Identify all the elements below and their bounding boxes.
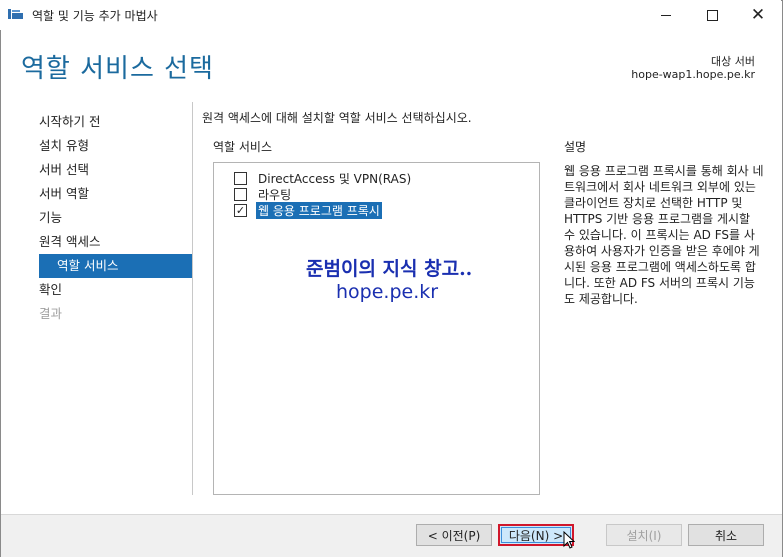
- checkmark-icon: ✓: [235, 203, 246, 217]
- close-button[interactable]: ✕: [735, 0, 781, 30]
- description-text: 웹 응용 프로그램 프록시를 통해 회사 네트워크에서 회사 네트워크 외부에 …: [564, 164, 764, 306]
- role-services-list: DirectAccess 및 VPN(RAS) 라우팅 ✓ 웹 응용 프로그램 …: [213, 162, 540, 495]
- description-heading: 설명: [564, 140, 587, 154]
- wizard-nav: 시작하기 전 설치 유형 서버 선택 서버 역할 기능 원격 액세스 역할 서비…: [22, 110, 192, 326]
- nav-divider: [192, 102, 193, 495]
- service-checkbox-checked[interactable]: ✓: [234, 203, 247, 217]
- mouse-cursor-icon: [563, 531, 575, 549]
- window-title: 역할 및 기능 추가 마법사: [32, 9, 158, 23]
- minimize-icon: [661, 14, 671, 16]
- instruction-text: 원격 액세스에 대해 설치할 역할 서비스 선택하십시오.: [202, 111, 472, 125]
- previous-button[interactable]: < 이전(P): [416, 524, 492, 546]
- watermark-title: 준범이의 지식 창고..: [306, 258, 473, 280]
- nav-item-before-you-begin[interactable]: 시작하기 전: [22, 110, 192, 134]
- close-icon: ✕: [750, 4, 766, 25]
- service-label: 라우팅: [258, 187, 292, 202]
- role-services-heading: 역할 서비스: [213, 140, 273, 154]
- nav-item-server-roles[interactable]: 서버 역할: [22, 182, 192, 206]
- cancel-button[interactable]: 취소: [688, 524, 764, 546]
- service-checkbox[interactable]: [234, 187, 247, 201]
- server-manager-icon: [8, 9, 23, 19]
- nav-item-remote-access[interactable]: 원격 액세스: [22, 230, 192, 254]
- service-label: DirectAccess 및 VPN(RAS): [258, 171, 412, 186]
- service-item-routing[interactable]: 라우팅: [234, 186, 293, 202]
- nav-item-role-services[interactable]: 역할 서비스: [39, 254, 192, 278]
- title-bar: 역할 및 기능 추가 마법사 ✕: [0, 0, 781, 30]
- service-item-directaccess-vpn[interactable]: DirectAccess 및 VPN(RAS): [234, 170, 413, 186]
- service-label: 웹 응용 프로그램 프록시: [256, 201, 382, 219]
- nav-item-server-selection[interactable]: 서버 선택: [22, 158, 192, 182]
- destination-server-value: hope-wap1.hope.pe.kr: [631, 68, 755, 81]
- page-title: 역할 서비스 선택: [21, 54, 214, 84]
- service-item-web-application-proxy[interactable]: ✓ 웹 응용 프로그램 프록시: [234, 201, 382, 219]
- nav-item-confirmation[interactable]: 확인: [22, 278, 192, 302]
- install-button: 설치(I): [606, 524, 682, 546]
- minimize-button[interactable]: [643, 0, 689, 30]
- watermark-url: hope.pe.kr: [336, 281, 439, 303]
- destination-server-label: 대상 서버: [711, 55, 755, 68]
- nav-item-features[interactable]: 기능: [22, 206, 192, 230]
- maximize-button[interactable]: [689, 0, 735, 30]
- nav-item-installation-type[interactable]: 설치 유형: [22, 134, 192, 158]
- maximize-icon: [706, 9, 718, 21]
- nav-item-results: 결과: [39, 306, 63, 321]
- service-checkbox[interactable]: [234, 171, 247, 185]
